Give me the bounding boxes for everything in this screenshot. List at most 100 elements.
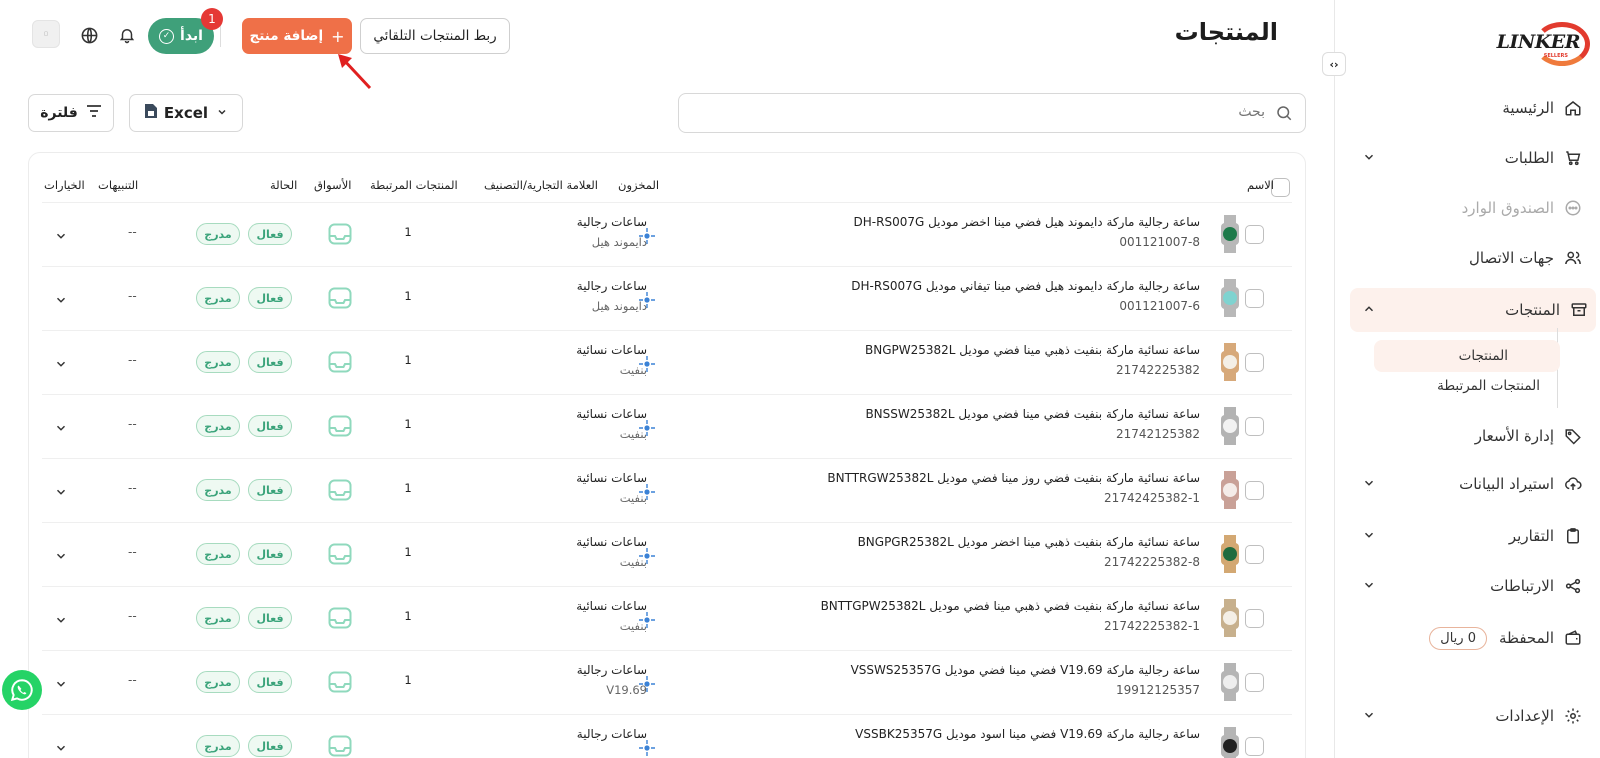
sidebar-item-products[interactable]: المنتجات	[1350, 288, 1596, 332]
market-inbox-icon[interactable]	[328, 351, 352, 373]
header-name: الاسم	[1246, 178, 1274, 192]
sidebar-toggle-button[interactable]: ‹›	[1322, 52, 1346, 76]
product-thumbnail[interactable]	[1218, 599, 1242, 637]
market-inbox-icon[interactable]	[328, 287, 352, 309]
table-row[interactable]: ساعة رجالية ماركة V19.69 فضي مينا فضي مو…	[42, 650, 1292, 714]
table-row[interactable]: ساعة نسائية ماركة بنفيت ذهبي مينا اخضر م…	[42, 522, 1292, 586]
sidebar-item-reports[interactable]: التقارير	[1350, 518, 1590, 554]
market-inbox-icon[interactable]	[328, 671, 352, 693]
product-name[interactable]: ساعة رجالية ماركة دايموند هيل فضي مينا ت…	[851, 279, 1200, 293]
chevron-up-icon[interactable]	[1362, 302, 1376, 320]
start-label: ابدأ	[180, 28, 203, 44]
linked-count: 1	[404, 481, 412, 495]
bell-icon[interactable]	[116, 24, 138, 46]
sidebar-item-inbox[interactable]: الصندوق الوارد	[1350, 190, 1590, 226]
market-inbox-icon[interactable]	[328, 735, 352, 757]
product-thumbnail[interactable]	[1218, 215, 1242, 253]
product-name[interactable]: ساعة نسائية ماركة بنفيت ذهبي مينا فضي مو…	[865, 343, 1200, 357]
sidebar-item-import[interactable]: استيراد البيانات	[1350, 466, 1590, 502]
row-checkbox[interactable]	[1245, 481, 1264, 500]
chevron-down-icon[interactable]	[1362, 528, 1376, 546]
row-checkbox[interactable]	[1245, 545, 1264, 564]
row-checkbox[interactable]	[1245, 609, 1264, 628]
product-name[interactable]: ساعة نسائية ماركة بنفيت ذهبي مينا اخضر م…	[858, 535, 1200, 549]
excel-export-button[interactable]: Excel	[129, 94, 243, 132]
stock-location-icon[interactable]	[638, 739, 656, 757]
chevron-down-icon[interactable]	[54, 549, 68, 563]
sidebar-item-contacts[interactable]: جهات الاتصال	[1350, 240, 1590, 276]
product-thumbnail[interactable]	[1218, 407, 1242, 445]
chevron-down-icon[interactable]	[54, 677, 68, 691]
row-checkbox[interactable]	[1245, 289, 1264, 308]
row-checkbox[interactable]	[1245, 353, 1264, 372]
product-name[interactable]: ساعة رجالية ماركة دايموند هيل فضي مينا ا…	[854, 215, 1200, 229]
whatsapp-button[interactable]	[2, 670, 42, 710]
chevron-down-icon[interactable]	[54, 485, 68, 499]
product-sku: 001121007-8	[1119, 235, 1200, 249]
auto-link-products-button[interactable]: ربط المنتجات التلقائي	[360, 18, 510, 54]
table-row[interactable]: ساعة نسائية ماركة بنفيت فضي ذهبي مينا فض…	[42, 586, 1292, 650]
table-row[interactable]: ساعة نسائية ماركة بنفيت ذهبي مينا فضي مو…	[42, 330, 1292, 394]
product-sku: 21742225382-8	[1104, 555, 1200, 569]
table-row[interactable]: ساعة نسائية ماركة بنفيت فضي روز مينا فضي…	[42, 458, 1292, 522]
sidebar-item-orders[interactable]: الطلبات	[1350, 140, 1590, 176]
chevron-down-icon[interactable]	[1362, 150, 1376, 168]
chevron-down-icon[interactable]	[54, 741, 68, 755]
sidebar-item-wallet[interactable]: المحفظة 0 ريال	[1350, 620, 1590, 656]
product-name[interactable]: ساعة رجالية ماركة V19.69 فضي مينا فضي مو…	[851, 663, 1200, 677]
sidebar-item-pricing[interactable]: إدارة الأسعار	[1350, 418, 1590, 454]
chevron-down-icon[interactable]	[1362, 476, 1376, 494]
filter-button[interactable]: فلترة	[28, 94, 114, 132]
product-name[interactable]: ساعة رجالية ماركة V19.69 فضي مينا اسود م…	[855, 727, 1200, 741]
status-badge-listed: مدرج	[196, 287, 240, 309]
market-inbox-icon[interactable]	[328, 223, 352, 245]
search-box[interactable]	[678, 93, 1306, 133]
add-product-button[interactable]: + إضافة منتج	[242, 18, 352, 54]
linker-logo[interactable]: LINKER SELLERS	[1497, 22, 1590, 66]
status-badge-listed: مدرج	[196, 223, 240, 245]
product-name[interactable]: ساعة نسائية ماركة بنفيت فضي مينا فضي مود…	[865, 407, 1200, 421]
status-badge-listed: مدرج	[196, 607, 240, 629]
market-inbox-icon[interactable]	[328, 479, 352, 501]
market-inbox-icon[interactable]	[328, 607, 352, 629]
chevron-down-icon[interactable]	[1362, 578, 1376, 596]
alerts-value: --	[128, 481, 137, 495]
product-thumbnail[interactable]	[1218, 343, 1242, 381]
table-row[interactable]: ساعة رجالية ماركة V19.69 فضي مينا اسود م…	[42, 714, 1292, 758]
chevron-down-icon[interactable]	[54, 229, 68, 243]
product-thumbnail[interactable]	[1218, 471, 1242, 509]
alerts-value: --	[128, 225, 137, 239]
search-input[interactable]	[705, 104, 1265, 120]
product-thumbnail[interactable]	[1218, 663, 1242, 701]
row-checkbox[interactable]	[1245, 673, 1264, 692]
status-badge-active: فعال	[248, 287, 292, 309]
table-row[interactable]: ساعة رجالية ماركة دايموند هيل فضي مينا ا…	[42, 202, 1292, 266]
row-checkbox[interactable]	[1245, 225, 1264, 244]
globe-icon[interactable]	[78, 24, 100, 46]
product-thumbnail[interactable]	[1218, 279, 1242, 317]
table-row[interactable]: ساعة رجالية ماركة دايموند هيل فضي مينا ت…	[42, 266, 1292, 330]
table-row[interactable]: ساعة نسائية ماركة بنفيت فضي مينا فضي مود…	[42, 394, 1292, 458]
sidebar-item-settings[interactable]: الإعدادات	[1350, 698, 1590, 734]
status-badge-listed: مدرج	[196, 735, 240, 757]
avatar[interactable]: ▢	[32, 20, 60, 48]
product-name[interactable]: ساعة نسائية ماركة بنفيت فضي روز مينا فضي…	[827, 471, 1200, 485]
chevron-down-icon[interactable]	[54, 293, 68, 307]
chevron-down-icon[interactable]	[54, 421, 68, 435]
product-thumbnail[interactable]	[1218, 535, 1242, 573]
sidebar-item-home[interactable]: الرئيسية	[1350, 90, 1590, 126]
sidebar-subitem-products[interactable]: المنتجات	[1374, 340, 1560, 372]
product-name[interactable]: ساعة نسائية ماركة بنفيت فضي ذهبي مينا فض…	[821, 599, 1200, 613]
market-inbox-icon[interactable]	[328, 543, 352, 565]
product-category: ساعات رجالية	[576, 727, 647, 741]
sidebar-item-integrations[interactable]: الارتباطات	[1350, 568, 1590, 604]
chevron-down-icon[interactable]	[54, 357, 68, 371]
market-inbox-icon[interactable]	[328, 415, 352, 437]
row-checkbox[interactable]	[1245, 417, 1264, 436]
chevron-down-icon[interactable]	[54, 613, 68, 627]
product-thumbnail[interactable]	[1218, 727, 1242, 758]
chevron-down-icon[interactable]	[1362, 708, 1376, 726]
header-brand: العلامة التجارية/التصنيف	[484, 178, 598, 192]
sidebar-subitem-linked-products[interactable]: المنتجات المرتبطة	[1437, 378, 1540, 394]
row-checkbox[interactable]	[1245, 737, 1264, 756]
